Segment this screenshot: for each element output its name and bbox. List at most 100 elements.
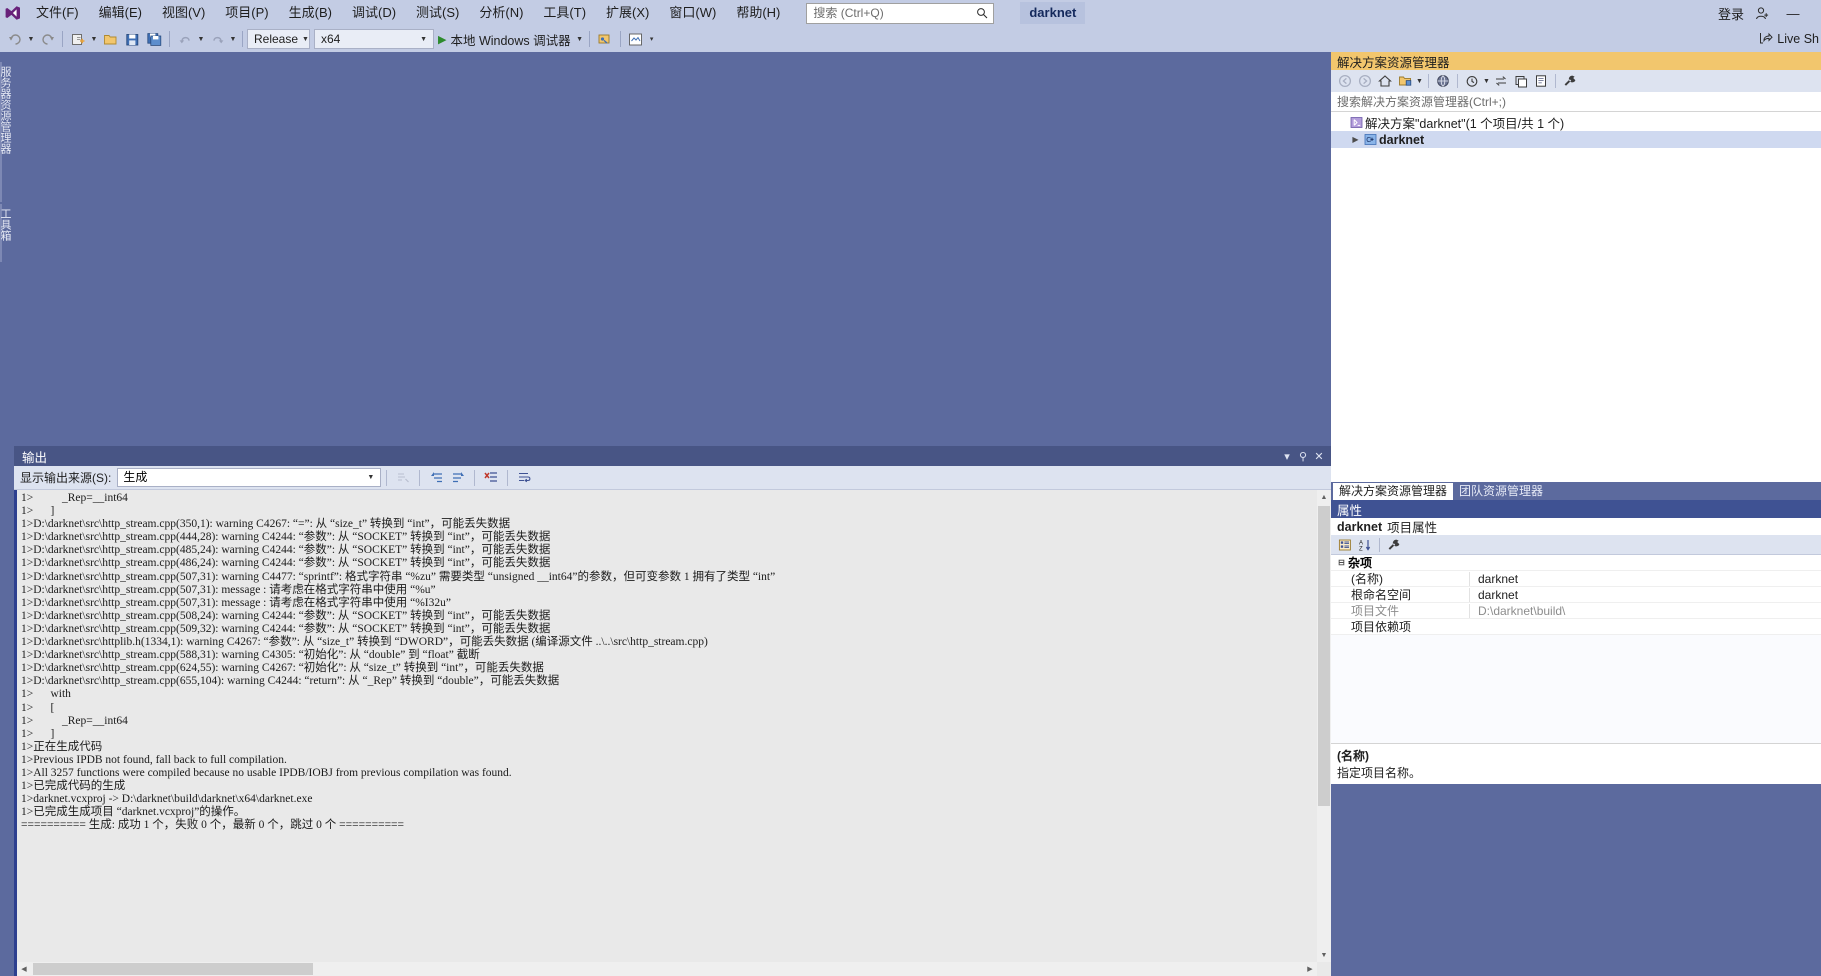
property-value[interactable]: darknet [1469,571,1821,586]
scroll-right-icon[interactable]: ▶ [1303,962,1317,976]
output-panel-close-icon[interactable]: ✕ [1311,450,1327,463]
history-dropdown-icon[interactable]: ▼ [1482,71,1491,91]
clear-output-icon[interactable] [480,468,502,488]
solution-explorer-search-input[interactable]: 搜索解决方案资源管理器(Ctrl+;) [1331,92,1821,112]
redo-dropdown-icon[interactable]: ▼ [228,28,238,50]
toggle-word-wrap-icon[interactable] [513,468,535,488]
menu-help[interactable]: 帮助(H) [726,1,790,25]
tab-team-explorer[interactable]: 团队资源管理器 [1453,483,1550,500]
property-value[interactable]: darknet [1469,587,1821,602]
output-line: 1>已完成代码的生成 [21,780,126,793]
se-toolbar-separator [1457,74,1458,88]
navigate-forward-icon[interactable] [36,28,58,50]
menu-extensions[interactable]: 扩展(X) [596,1,659,25]
property-category-row[interactable]: ⊟ 杂项 [1331,555,1821,571]
output-panel-title: 输出 [22,450,48,465]
navigate-back-icon[interactable] [4,28,26,50]
scroll-down-icon[interactable]: ▼ [1317,948,1331,962]
solution-tree-node-label: 解决方案"darknet"(1 个项目/共 1 个) [1365,117,1565,131]
property-row[interactable]: (名称) darknet [1331,571,1821,587]
output-text-area[interactable]: 1> _Rep=__int64 1> ] 1>D:\darknet\src\http… [14,490,1331,976]
quick-search-box[interactable]: 搜索 (Ctrl+Q) [806,2,995,24]
solution-tree-node[interactable]: ▶ C darknet [1331,131,1821,148]
vtab-server-explorer[interactable]: 服务器资源管理器 [0,62,14,202]
categorized-view-icon[interactable] [1335,535,1355,555]
show-all-files-icon[interactable] [1433,71,1453,91]
new-project-icon[interactable] [67,28,89,50]
menu-build[interactable]: 生成(B) [279,1,342,25]
properties-grid[interactable]: ⊟ 杂项 (名称) darknet 根命名空间 darknet 项目文件 D:\darknet… [1331,555,1821,635]
start-debugging-button[interactable]: ▶ 本地 Windows 调试器 [434,28,575,50]
property-row[interactable]: 根命名空间 darknet [1331,587,1821,603]
output-line: 1>D:\darknet\src\http_stream.cpp(624,55)… [21,662,544,675]
solution-tree-node[interactable]: 解决方案"darknet"(1 个项目/共 1 个) [1331,114,1821,131]
property-key: 项目依赖项 [1351,620,1412,634]
tab-solution-explorer[interactable]: 解决方案资源管理器 [1333,483,1454,500]
wrench-settings-icon[interactable] [1560,71,1580,91]
save-icon[interactable] [121,28,143,50]
redo-icon[interactable] [206,28,228,50]
properties-window-icon[interactable] [1531,71,1551,91]
play-icon: ▶ [438,33,447,46]
menu-debug[interactable]: 调试(D) [342,1,406,25]
minimize-button[interactable]: — [1771,0,1815,26]
sign-in-button[interactable]: 登录 [1714,2,1748,25]
menu-file[interactable]: 文件(F) [26,1,89,25]
undo-icon[interactable] [174,28,196,50]
pending-changes-filter-icon[interactable] [1395,71,1415,91]
menu-view[interactable]: 视图(V) [152,1,215,25]
output-horizontal-scrollbar[interactable]: ◀ ▶ [17,962,1317,976]
output-vertical-scrollbar[interactable]: ▲ ▼ [1317,490,1331,962]
undo-dropdown-icon[interactable]: ▼ [196,28,206,50]
home-icon[interactable] [1375,71,1395,91]
menu-project[interactable]: 项目(P) [215,1,278,25]
menu-test[interactable]: 测试(S) [406,1,469,25]
menu-edit[interactable]: 编辑(E) [89,1,152,25]
find-message-in-code-icon[interactable] [392,468,414,488]
property-pages-wrench-icon[interactable] [1384,535,1404,555]
toolbar-overflow-icon[interactable]: ▾ [647,28,657,50]
person-add-icon[interactable] [1753,4,1771,22]
start-debugging-dropdown-icon[interactable]: ▼ [575,28,585,50]
pending-history-icon[interactable] [1462,71,1482,91]
menu-tools[interactable]: 工具(T) [533,1,596,25]
collapse-all-icon[interactable] [1511,71,1531,91]
property-row[interactable]: 项目文件 D:\darknet\build\ [1331,603,1821,619]
property-key: (名称) [1351,572,1383,586]
forward-icon[interactable] [1355,71,1375,91]
new-project-dropdown-icon[interactable]: ▼ [89,28,99,50]
output-panel-pin-icon[interactable]: ⚲ [1295,450,1311,463]
output-vscroll-thumb[interactable] [1318,506,1330,806]
output-hscroll-thumb[interactable] [33,963,313,975]
alphabetical-sort-icon[interactable]: A Z [1355,535,1375,555]
go-to-previous-message-icon[interactable] [425,468,447,488]
scroll-up-icon[interactable]: ▲ [1317,490,1331,504]
filter-dropdown-icon[interactable]: ▼ [1415,71,1424,91]
solution-configuration-combo[interactable]: Release ▼ [247,29,310,49]
solution-tree[interactable]: 解决方案"darknet"(1 个项目/共 1 个) ▶ C darknet [1331,112,1821,482]
scroll-left-icon[interactable]: ◀ [17,962,31,976]
back-icon[interactable] [1335,71,1355,91]
menu-window[interactable]: 窗口(W) [659,1,726,25]
menu-analyze[interactable]: 分析(N) [469,1,533,25]
screenshot-icon[interactable] [625,28,647,50]
attach-to-process-icon[interactable] [594,28,616,50]
output-source-combo[interactable]: 生成 ▼ [117,468,382,487]
solution-name-chip[interactable]: darknet [1020,2,1086,24]
search-icon [975,6,989,20]
live-share-button[interactable]: Live Sh [1759,31,1821,48]
save-all-icon[interactable] [143,28,165,50]
go-to-next-message-icon[interactable] [447,468,469,488]
output-panel-dropdown-icon[interactable]: ▾ [1279,450,1295,463]
vtab-toolbox[interactable]: 工具箱 [0,204,14,262]
properties-grid-empty-space [1331,635,1821,743]
output-line: 1>D:\darknet\src\http_stream.cpp(588,31)… [21,649,480,662]
open-file-icon[interactable] [99,28,121,50]
property-row[interactable]: 项目依赖项 [1331,619,1821,635]
sync-refresh-icon[interactable] [1491,71,1511,91]
collapse-category-icon[interactable]: ⊟ [1335,558,1348,567]
property-value[interactable]: D:\darknet\build\ [1469,603,1821,618]
solution-platform-combo[interactable]: x64 ▼ [314,29,434,49]
navigate-back-dropdown-icon[interactable]: ▼ [26,28,36,50]
chevron-right-icon[interactable]: ▶ [1349,135,1362,144]
